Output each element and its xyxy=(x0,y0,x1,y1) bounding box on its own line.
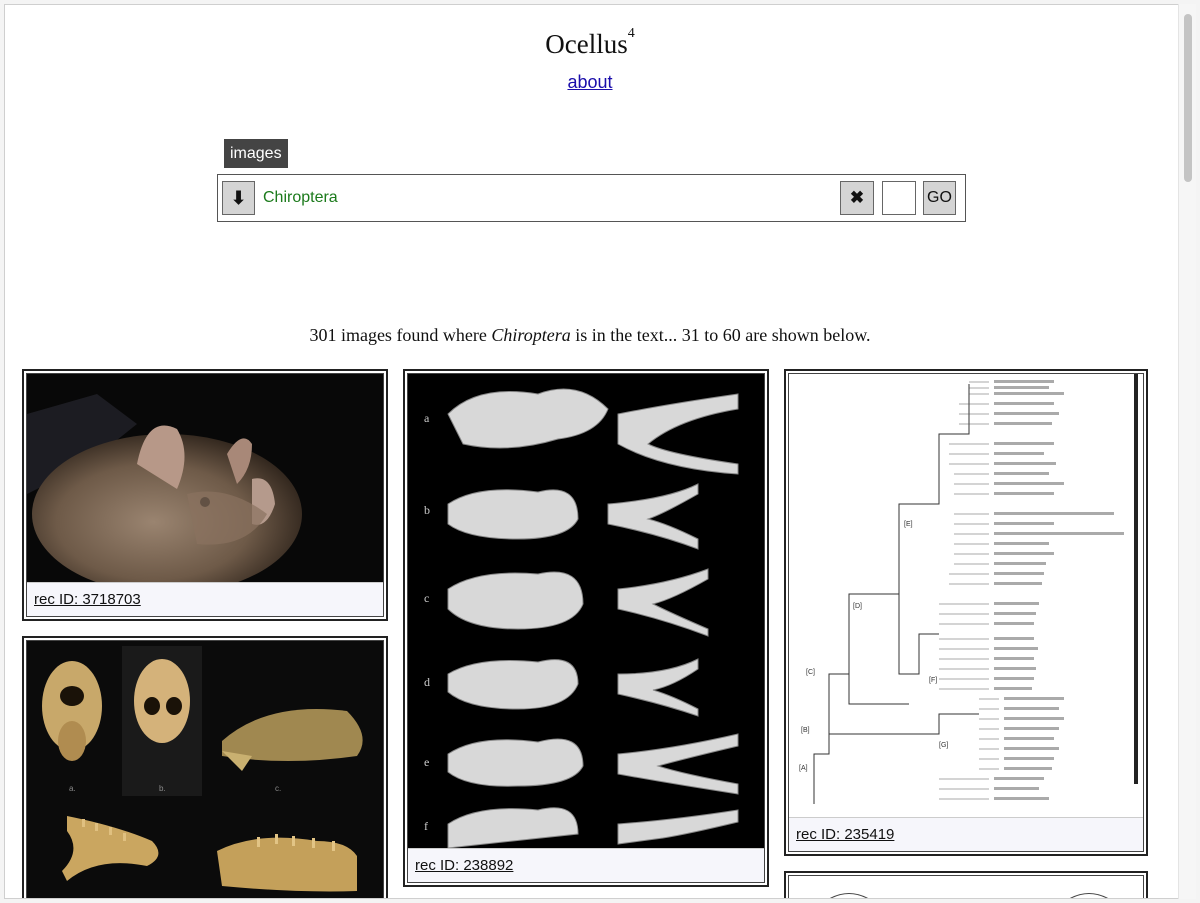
results-suffix: is in the text... 31 to 60 are shown bel… xyxy=(570,325,871,345)
card-inner xyxy=(788,875,1144,898)
clade-label: [B] xyxy=(801,727,810,734)
plate-label-d: d xyxy=(424,675,430,689)
plate-label-a: a xyxy=(424,411,430,425)
card-inner: a b c d e f rec ID: 238892 xyxy=(407,373,765,883)
about-row: about xyxy=(5,72,1175,93)
card-inner: a. b. c. xyxy=(26,640,384,898)
go-button[interactable]: GO xyxy=(923,181,956,215)
search-input[interactable] xyxy=(882,181,916,215)
bat-photo[interactable] xyxy=(27,374,383,582)
scrollbar-thumb[interactable] xyxy=(1184,14,1192,182)
skull-line-drawing[interactable] xyxy=(789,876,1143,898)
skull-label-c: c. xyxy=(275,784,281,793)
clear-icon[interactable]: ✖ xyxy=(840,181,874,215)
result-card[interactable]: a b c d e f rec ID: 238892 xyxy=(403,369,769,887)
clade-label: [D] xyxy=(853,603,862,610)
results-term: Chiroptera xyxy=(491,325,571,345)
clade-label: [G] xyxy=(939,742,948,749)
plate-label-f: f xyxy=(424,819,428,833)
line-drawing-svg xyxy=(830,893,1108,898)
about-link[interactable]: about xyxy=(567,72,612,92)
bat-skull-photos[interactable]: a. b. c. xyxy=(27,641,383,898)
card-caption: rec ID: 3718703 xyxy=(27,582,383,616)
bat-skulls-plate[interactable]: a b c d e f xyxy=(408,374,764,848)
card-caption: rec ID: 235419 xyxy=(789,817,1143,851)
tab-images[interactable]: images xyxy=(224,139,288,168)
title-superscript: 4 xyxy=(627,26,635,41)
card-inner: rec ID: 3718703 xyxy=(26,373,384,617)
clade-label: [E] xyxy=(904,521,913,528)
arrow-down-icon[interactable]: ⬇ xyxy=(222,181,255,215)
plate-label-b: b xyxy=(424,503,430,517)
card-inner: [E] [D] [C] [F] [B] [G] [A] rec ID: 2354… xyxy=(788,373,1144,852)
tree-svg: [E] [D] [C] [F] [B] [G] [A] xyxy=(789,374,1143,817)
browser-viewport: Ocellus4 about images ⬇ Chiroptera ✖ GO … xyxy=(4,4,1196,899)
clade-label: [C] xyxy=(806,669,815,676)
result-card[interactable]: rec ID: 3718703 xyxy=(22,369,388,621)
phylogenetic-tree[interactable]: [E] [D] [C] [F] [B] [G] [A] xyxy=(789,374,1143,817)
search-bar: ⬇ Chiroptera ✖ GO xyxy=(217,174,966,222)
result-card[interactable]: [E] [D] [C] [F] [B] [G] [A] rec ID: 2354… xyxy=(784,369,1148,856)
result-card[interactable] xyxy=(784,871,1148,898)
vertical-scrollbar[interactable] xyxy=(1178,4,1196,899)
results-prefix: 301 images found where xyxy=(309,325,492,345)
skulls-plate-svg: a b c d e f xyxy=(408,374,764,848)
rec-id-link[interactable]: rec ID: 235419 xyxy=(796,826,894,843)
bat-photo-svg xyxy=(27,374,383,582)
results-summary: 301 images found where Chiroptera is in … xyxy=(5,325,1175,346)
card-caption: rec ID: 238892 xyxy=(408,848,764,882)
rec-id-link[interactable]: rec ID: 238892 xyxy=(415,857,513,874)
rec-id-link[interactable]: rec ID: 3718703 xyxy=(34,591,141,608)
plate-label-c: c xyxy=(424,591,429,605)
title-text: Ocellus xyxy=(545,29,628,59)
search-term[interactable]: Chiroptera xyxy=(263,189,338,207)
skull-label-a: a. xyxy=(69,784,76,793)
clade-label: [A] xyxy=(799,765,808,772)
clade-label: [F] xyxy=(929,677,937,684)
result-card[interactable]: a. b. c. xyxy=(22,636,388,898)
skull-label-b: b. xyxy=(159,784,166,793)
plate-label-e: e xyxy=(424,755,429,769)
skull-photos-svg: a. b. c. xyxy=(27,641,383,898)
page-title: Ocellus4 xyxy=(5,26,1175,60)
